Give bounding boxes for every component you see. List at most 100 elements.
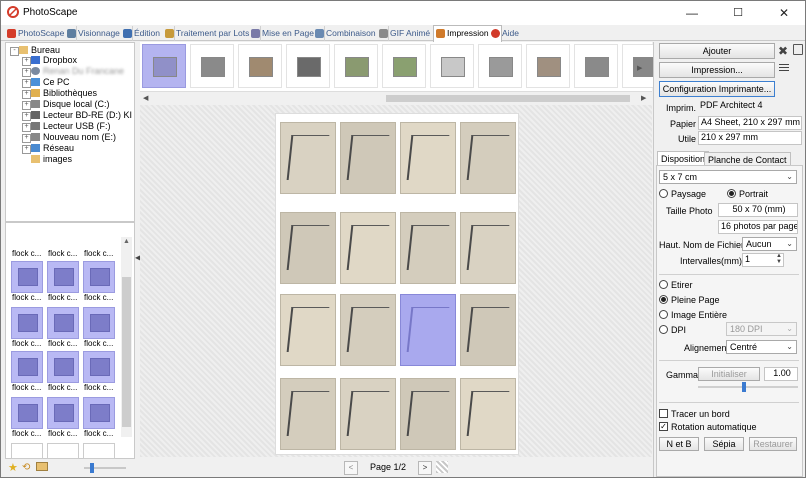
expand-icon[interactable]: + [22,112,31,121]
gamma-slider-handle[interactable] [742,382,746,392]
strip-photo[interactable] [142,44,186,88]
checker-icon[interactable] [436,461,448,473]
thumbnail[interactable] [47,351,79,383]
print-photo[interactable] [400,378,456,450]
border-checkbox[interactable] [659,409,668,418]
strip-photo[interactable] [478,44,522,88]
expand-icon[interactable]: + [22,123,31,132]
collapse-icon[interactable]: - [10,47,19,56]
strip-photo[interactable] [382,44,426,88]
next-page-button[interactable]: > [418,461,432,475]
whole-image-radio[interactable] [659,310,668,319]
tab-help[interactable]: Aide [489,26,536,41]
gamma-value[interactable]: 1.00 [764,367,798,381]
landscape-radio[interactable] [659,189,668,198]
star-icon[interactable]: ★ [8,461,18,474]
print-photo[interactable] [280,122,336,194]
dpi-radio[interactable] [659,325,668,334]
expand-icon[interactable]: + [22,57,31,66]
prev-page-button[interactable]: < [344,461,358,475]
photo-size-select[interactable]: 5 x 7 cm ⌄ [659,170,797,184]
print-photo[interactable] [400,212,456,284]
print-photo[interactable] [340,294,396,366]
print-photo[interactable] [280,294,336,366]
rotate-icon[interactable]: ⟲ [22,462,30,473]
expand-icon[interactable]: + [22,145,31,154]
thumbnail[interactable] [47,261,79,293]
thumbnail[interactable] [11,397,43,429]
print-photo[interactable] [340,378,396,450]
thumbnail[interactable] [83,397,115,429]
print-button[interactable]: Impression... [659,62,775,78]
portrait-radio[interactable] [727,189,736,198]
spinner-icon[interactable]: ▲ ▼ [776,254,782,265]
strip-scrollbar-thumb[interactable] [386,95,630,102]
scroll-right-icon[interactable]: ▶ [641,94,646,102]
intervals-input[interactable]: 1 ▲ ▼ [742,253,784,267]
expand-icon[interactable]: + [22,101,31,110]
remove-icon[interactable]: ✖ [778,44,788,58]
menu-icon[interactable] [779,64,789,65]
scroll-up-icon[interactable]: ▲ [123,238,130,245]
dpi-select[interactable]: 180 DPI ⌄ [726,322,797,336]
tab-layout[interactable]: Disposition [657,151,710,166]
strip-photo[interactable] [286,44,330,88]
thumbnail[interactable] [11,443,43,459]
print-photo[interactable] [460,378,516,450]
strip-photo[interactable] [574,44,618,88]
print-photo[interactable] [340,212,396,284]
thumbnail[interactable] [11,351,43,383]
thumbnail[interactable] [83,351,115,383]
thumbnail[interactable] [11,307,43,339]
print-photo[interactable] [400,122,456,194]
auto-rotate-checkbox[interactable]: ✓ [659,422,668,431]
print-photo[interactable] [460,122,516,194]
selected-print-photo[interactable] [400,294,456,366]
print-photo[interactable] [280,378,336,450]
stretch-radio[interactable] [659,280,668,289]
sepia-button[interactable]: Sépia [704,437,744,451]
scroll-left-icon[interactable]: ◀ [143,94,148,102]
strip-photo[interactable] [334,44,378,88]
thumbnail[interactable] [83,443,115,459]
folder-icon[interactable] [36,462,48,471]
minimize-button[interactable]: — [669,1,715,25]
print-photo[interactable] [460,212,516,284]
trash-icon[interactable] [793,44,803,55]
strip-scrollbar[interactable]: ◀ ▶ [140,93,652,104]
thumbnail[interactable] [47,443,79,459]
strip-photo[interactable] [238,44,282,88]
expand-icon[interactable]: + [22,79,31,88]
expand-icon[interactable]: + [22,68,31,77]
thumbnail[interactable] [47,307,79,339]
black-white-button[interactable]: N et B [659,437,699,451]
close-button[interactable]: ✕ [761,1,805,25]
print-photo[interactable] [280,212,336,284]
print-photo[interactable] [340,122,396,194]
expand-icon[interactable]: + [22,134,31,143]
filename-height-select[interactable]: Aucun ⌄ [742,237,797,251]
thumbnail[interactable] [83,307,115,339]
thumbnail-scrollbar-thumb[interactable] [122,277,131,427]
full-page-radio[interactable] [659,295,668,304]
thumbnail[interactable] [11,261,43,293]
thumbnail-scrollbar[interactable]: ▲ [121,237,132,437]
expand-icon[interactable]: + [22,90,31,99]
strip-scroll-right-icon[interactable]: ▶ [637,64,642,72]
tab-batch[interactable]: Traitement par Lots [163,26,261,41]
maximize-button[interactable]: ☐ [715,1,761,25]
thumb-size-slider-handle[interactable] [90,463,94,473]
print-photo[interactable] [460,294,516,366]
strip-photo[interactable] [430,44,474,88]
alignment-select[interactable]: Centré ⌄ [726,340,797,354]
gamma-slider[interactable] [698,382,798,392]
strip-photo[interactable] [526,44,570,88]
printer-config-button[interactable]: Configuration Imprimante... [659,81,775,97]
strip-photo[interactable] [190,44,234,88]
thumbnail[interactable] [83,261,115,293]
thumbnail[interactable] [47,397,79,429]
add-button[interactable]: Ajouter [659,43,775,59]
thumb-size-slider[interactable] [84,463,126,473]
initialize-button[interactable]: Initialiser [698,367,760,381]
restore-button[interactable]: Restaurer [749,437,797,451]
